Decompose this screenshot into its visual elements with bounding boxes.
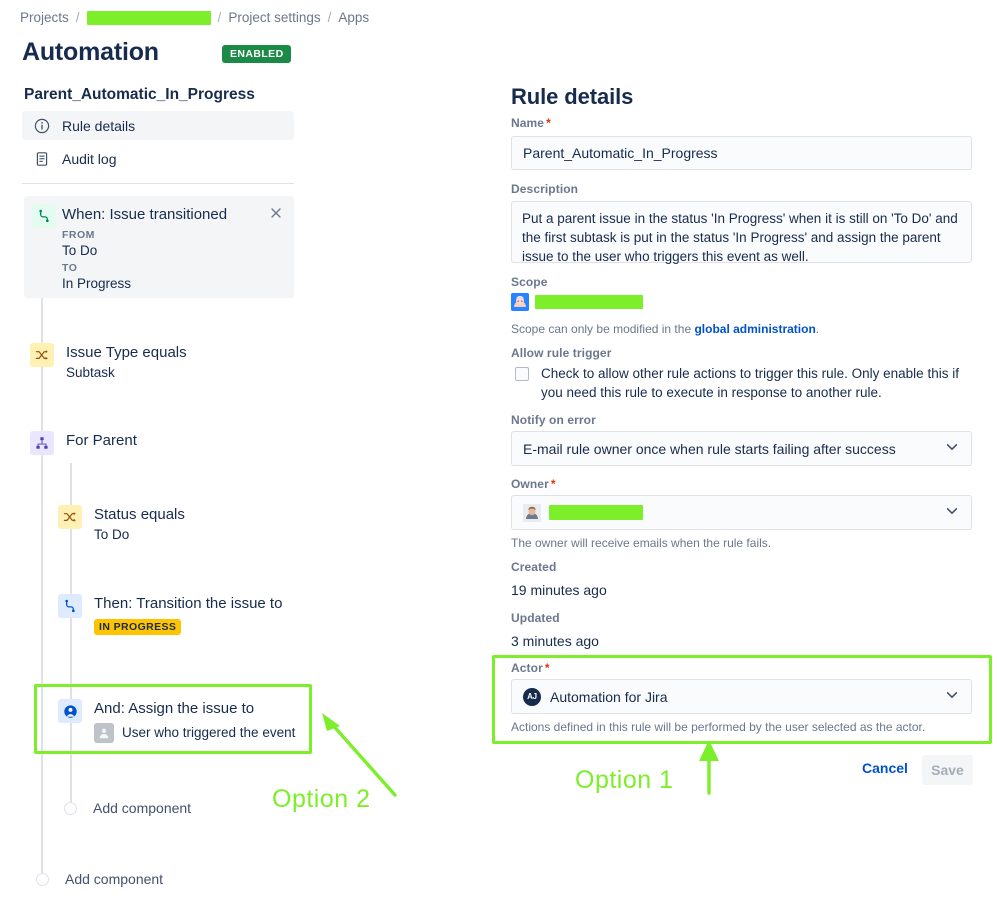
branch-hierarchy-icon xyxy=(30,431,54,455)
owner-help-text: The owner will receive emails when the r… xyxy=(511,536,772,550)
description-field-label: Description xyxy=(511,182,579,196)
transition-icon xyxy=(58,594,82,618)
node-title: And: Assign the issue to xyxy=(94,700,255,717)
owner-value-redacted xyxy=(549,505,643,520)
notify-on-error-select[interactable]: E-mail rule owner once when rule starts … xyxy=(511,431,972,466)
avatar xyxy=(94,722,114,743)
node-title: For Parent xyxy=(66,432,137,449)
trigger-title: When: Issue transitioned xyxy=(62,206,228,223)
left-panel: Parent_Automatic_In_Progress Rule detail… xyxy=(0,0,500,913)
document-list-icon xyxy=(34,151,50,167)
name-input-value: Parent_Automatic_In_Progress xyxy=(523,145,718,161)
node-subtitle: To Do xyxy=(94,526,130,542)
sidebar-item-label: Audit log xyxy=(62,150,117,167)
trigger-to-label: TO xyxy=(62,261,78,274)
global-administration-link[interactable]: global administration xyxy=(694,322,815,336)
trigger-from-label: FROM xyxy=(62,228,95,241)
name-input[interactable]: Parent_Automatic_In_Progress xyxy=(511,136,972,170)
flow-rail-main xyxy=(41,232,43,876)
description-textarea[interactable]: Put a parent issue in the status 'In Pro… xyxy=(511,201,972,264)
scope-value-redacted xyxy=(535,295,643,309)
annotation-option1-label: Option 1 xyxy=(575,766,674,794)
flow-node-issue-type-condition[interactable]: Issue Type equals Subtask xyxy=(30,343,290,380)
sidebar-item-rule-details[interactable]: Rule details xyxy=(22,111,294,140)
flow-node-for-parent-branch[interactable]: For Parent xyxy=(30,431,290,455)
node-title: Status equals xyxy=(94,506,185,523)
owner-field-label: Owner * xyxy=(511,477,556,491)
assign-user-icon xyxy=(58,699,82,723)
allow-rule-trigger-text: Check to allow other rule actions to tri… xyxy=(541,366,959,400)
node-subtitle: Subtask xyxy=(66,364,115,380)
flow-node-trigger[interactable]: When: Issue transitioned FROM To Do TO I… xyxy=(24,196,294,298)
add-circle-icon xyxy=(64,801,77,815)
actor-select[interactable]: AJ Automation for Jira xyxy=(511,679,972,714)
add-circle-icon xyxy=(36,872,49,886)
created-label: Created xyxy=(511,560,557,574)
chevron-down-icon xyxy=(944,687,960,706)
chevron-down-icon xyxy=(944,439,960,458)
sidebar-item-audit-log[interactable]: Audit log xyxy=(22,144,294,173)
annotation-option2-label: Option 2 xyxy=(272,785,371,813)
save-button: Save xyxy=(922,755,973,785)
flow-node-transition-action[interactable]: Then: Transition the issue to IN PROGRES… xyxy=(58,594,288,635)
trigger-from-value: To Do xyxy=(62,242,98,258)
add-component-main-button[interactable]: Add component xyxy=(36,871,163,887)
rule-name-heading: Parent_Automatic_In_Progress xyxy=(24,86,255,103)
actor-field-label: Actor * xyxy=(511,661,550,675)
allow-rule-trigger-label: Allow rule trigger xyxy=(511,346,612,360)
node-title: Issue Type equals xyxy=(66,344,187,361)
add-component-label: Add component xyxy=(65,871,164,887)
sidebar-item-label: Rule details xyxy=(62,117,136,134)
add-component-label: Add component xyxy=(93,800,192,816)
scope-field-label: Scope xyxy=(511,275,548,289)
owner-select[interactable] xyxy=(511,495,972,530)
cancel-button[interactable]: Cancel xyxy=(862,760,908,776)
scope-avatar xyxy=(511,293,529,311)
transition-icon xyxy=(32,204,56,228)
rule-details-title: Rule details xyxy=(511,84,634,109)
required-asterisk: * xyxy=(546,116,551,130)
allow-rule-trigger-row: Check to allow other rule actions to tri… xyxy=(515,364,975,402)
node-title: Then: Transition the issue to xyxy=(94,595,283,612)
required-asterisk: * xyxy=(544,661,550,675)
status-lozenge: IN PROGRESS xyxy=(94,618,182,635)
actor-avatar: AJ xyxy=(523,687,541,706)
trigger-to-value: In Progress xyxy=(62,275,132,291)
updated-label: Updated xyxy=(511,611,560,625)
actor-help-text: Actions defined in this rule will be per… xyxy=(511,720,926,734)
info-circle-icon xyxy=(34,118,50,134)
add-component-branch-button[interactable]: Add component xyxy=(64,800,191,816)
scope-help-text: Scope can only be modified in the global… xyxy=(511,322,820,336)
close-icon[interactable] xyxy=(268,205,284,221)
created-value: 19 minutes ago xyxy=(511,582,607,598)
required-asterisk: * xyxy=(550,477,556,491)
sidebar-divider xyxy=(22,183,294,184)
condition-shuffle-icon xyxy=(30,343,54,367)
updated-value: 3 minutes ago xyxy=(511,633,599,649)
notify-on-error-label: Notify on error xyxy=(511,413,596,427)
name-field-label: Name * xyxy=(511,116,551,130)
node-subtitle: User who triggered the event xyxy=(122,725,296,740)
actor-value: Automation for Jira xyxy=(550,688,668,705)
chevron-down-icon xyxy=(944,503,960,522)
owner-avatar xyxy=(523,503,541,522)
flow-node-assign-action[interactable]: And: Assign the issue to User who trigge… xyxy=(58,699,318,743)
allow-rule-trigger-checkbox[interactable] xyxy=(515,367,529,381)
flow-node-status-condition[interactable]: Status equals To Do xyxy=(58,505,298,542)
scope-value-row xyxy=(511,293,643,311)
condition-shuffle-icon xyxy=(58,505,82,529)
notify-on-error-value: E-mail rule owner once when rule starts … xyxy=(523,440,896,457)
